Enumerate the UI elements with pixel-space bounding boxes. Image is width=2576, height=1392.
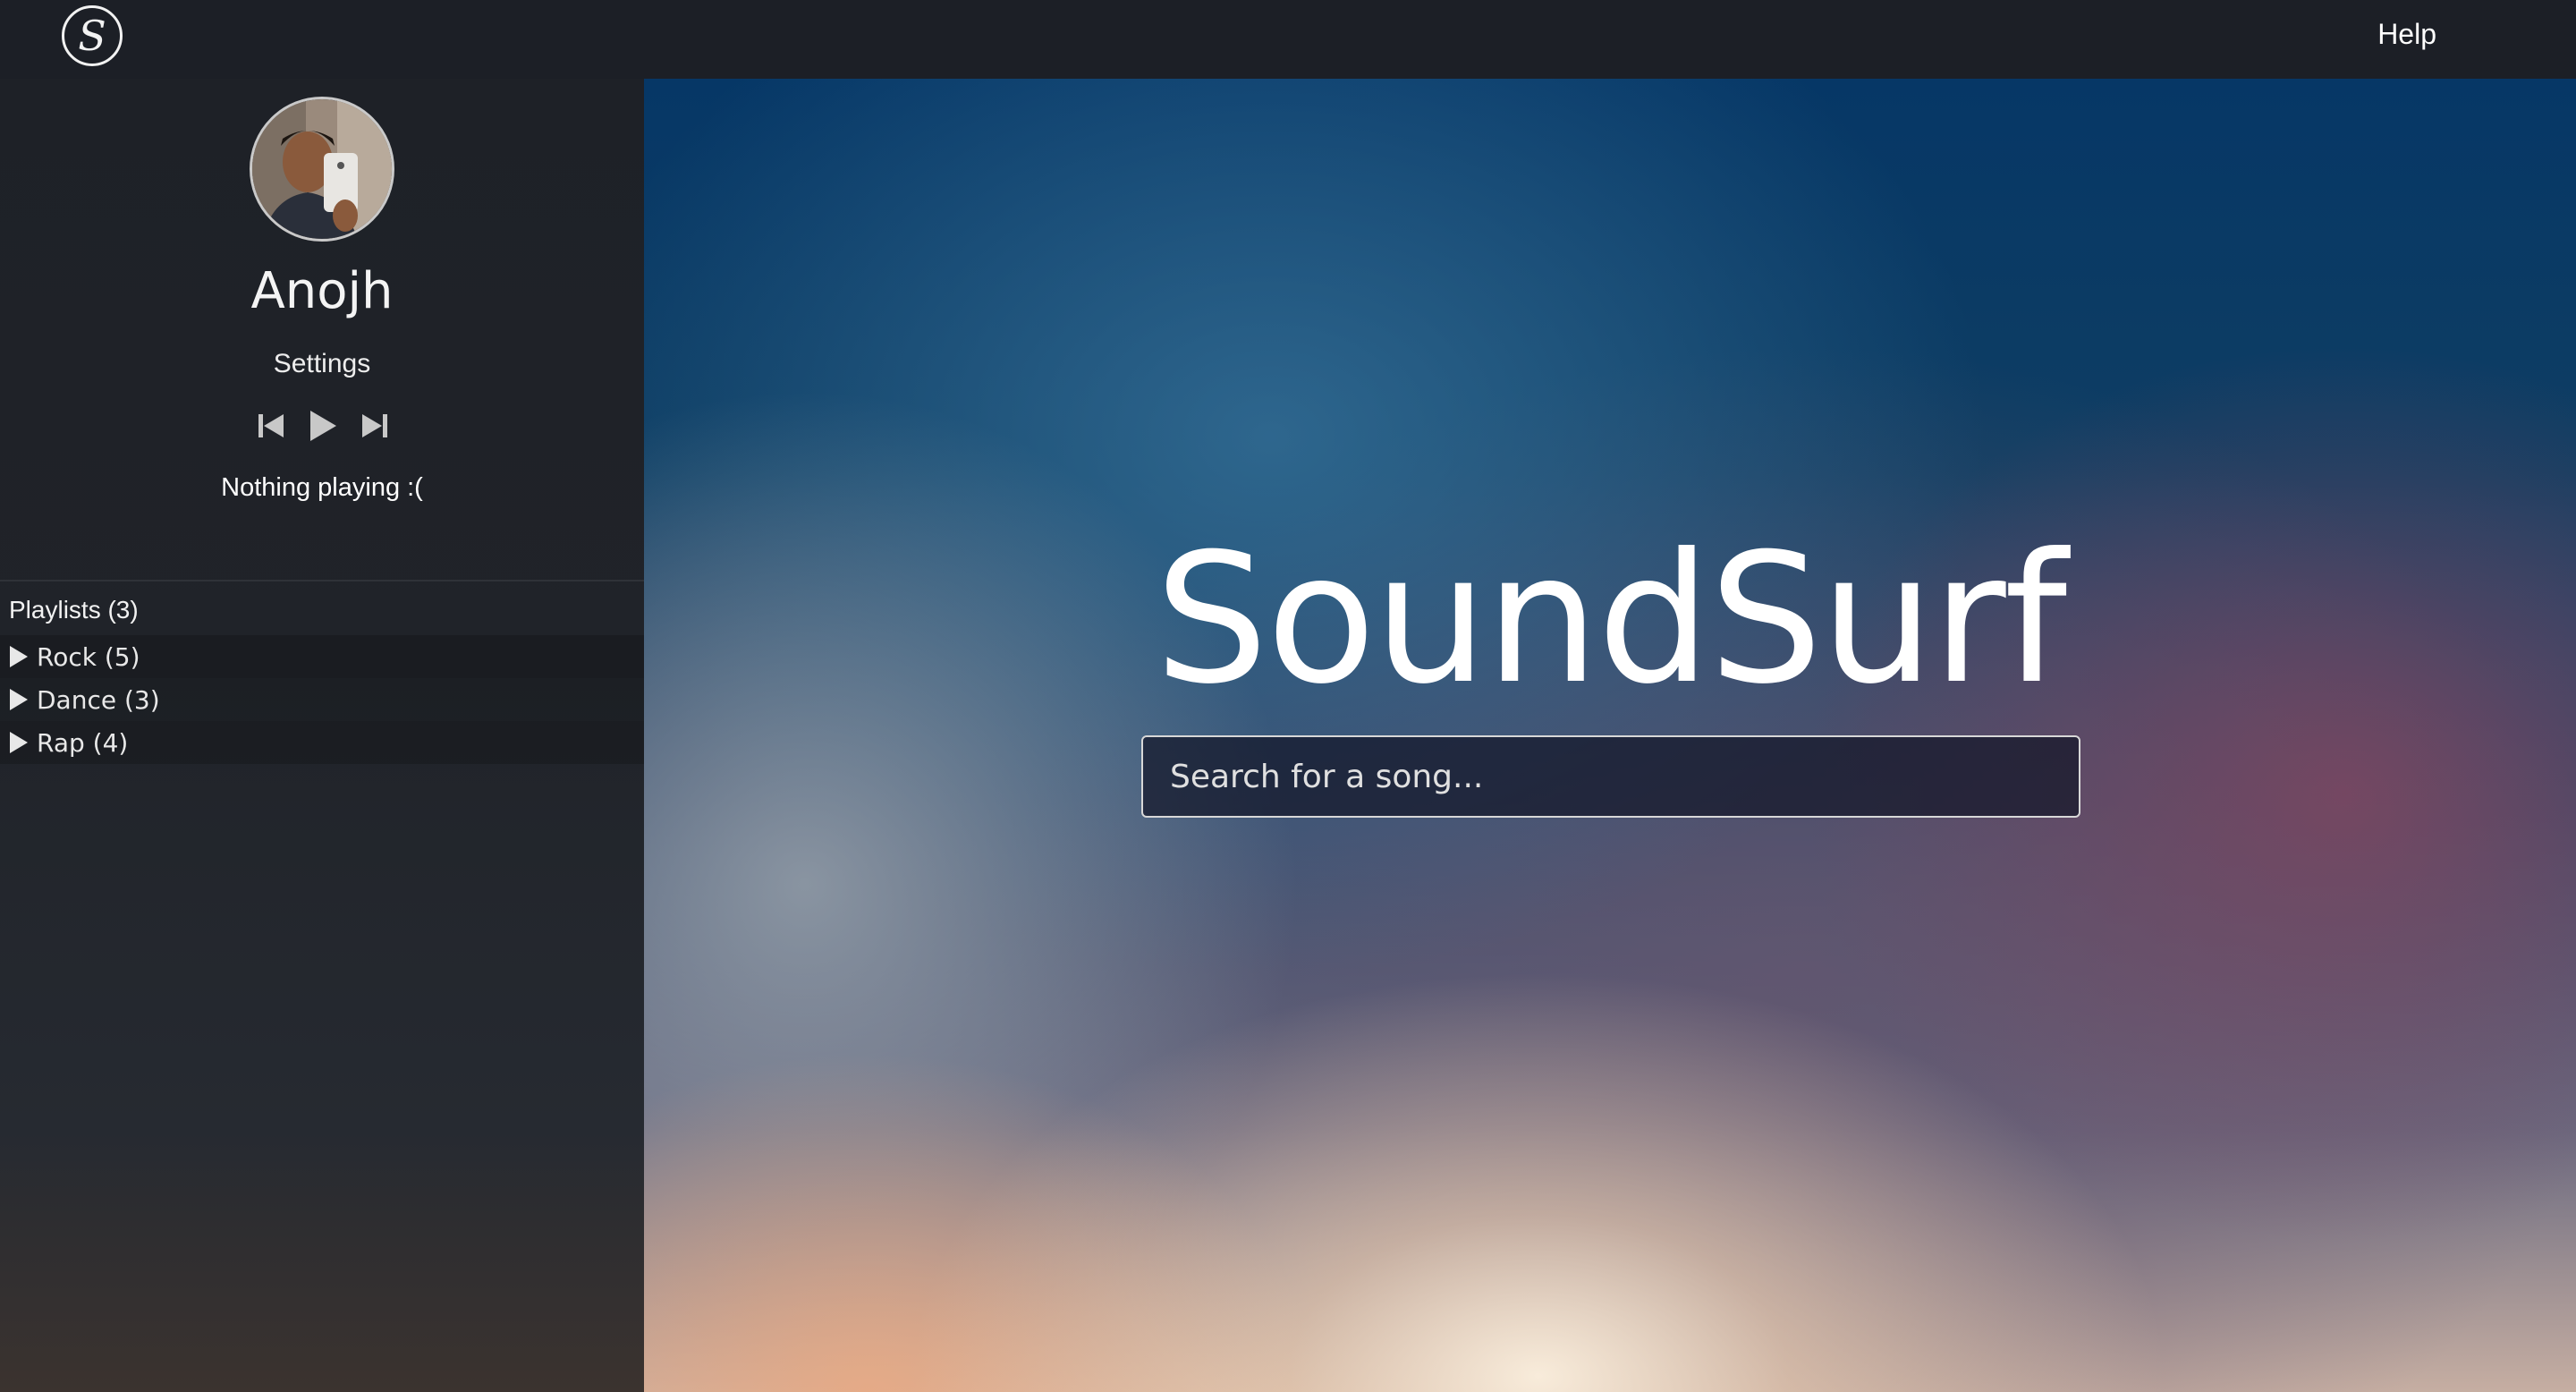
- playlist-list: Rock (5) Dance (3) Rap (4): [0, 635, 644, 764]
- playlists-header: Playlists (3): [9, 596, 139, 624]
- playback-controls: [253, 406, 393, 446]
- playlist-label: Rock (5): [37, 641, 140, 672]
- main-hero: SoundSurf: [644, 79, 2576, 1392]
- sidebar: Anojh Settings Nothing playing :( Playli…: [0, 79, 644, 1392]
- playlist-item-rap[interactable]: Rap (4): [0, 721, 644, 764]
- help-link[interactable]: Help: [2377, 18, 2436, 51]
- expand-triangle-icon: [10, 689, 28, 710]
- username: Anojh: [250, 262, 394, 320]
- playlist-item-rock[interactable]: Rock (5): [0, 635, 644, 678]
- expand-triangle-icon: [10, 732, 28, 753]
- expand-triangle-icon: [10, 646, 28, 667]
- skip-next-icon[interactable]: [357, 408, 393, 444]
- now-playing-status: Nothing playing :(: [221, 473, 423, 502]
- settings-link[interactable]: Settings: [0, 349, 644, 379]
- top-bar: S Help: [0, 0, 2576, 79]
- soundsurf-logo-icon[interactable]: S: [62, 5, 123, 66]
- playlist-label: Rap (4): [37, 727, 129, 758]
- avatar-photo-icon: [252, 99, 392, 239]
- sidebar-divider: [0, 580, 644, 581]
- logo-letter: S: [78, 12, 106, 60]
- play-icon[interactable]: [305, 408, 341, 444]
- playlist-item-dance[interactable]: Dance (3): [0, 678, 644, 721]
- song-search-input[interactable]: [1141, 735, 2080, 818]
- user-avatar[interactable]: [250, 97, 394, 242]
- playlist-label: Dance (3): [37, 684, 160, 715]
- skip-previous-icon[interactable]: [253, 408, 289, 444]
- app-title: SoundSurf: [1154, 515, 2067, 724]
